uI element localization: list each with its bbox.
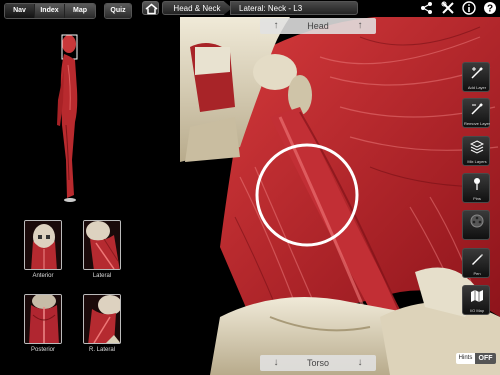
view-label-right-lateral: R. Lateral [88, 347, 115, 353]
view-label-posterior: Posterior [30, 347, 55, 353]
tools-icon[interactable] [441, 1, 455, 15]
map-icon [471, 290, 483, 302]
top-bar: Head & Neck Lateral: Neck - L3 ? [138, 0, 500, 17]
tab-index[interactable]: Index [35, 4, 65, 18]
pen-icon [472, 254, 483, 265]
arrow-up-icon: ↑ [357, 20, 363, 31]
arrow-up-icon: ↑ [273, 20, 279, 31]
pen-label: Pen [473, 271, 481, 276]
breadcrumb-region[interactable]: Head & Neck [162, 1, 232, 15]
info-icon[interactable] [462, 1, 476, 15]
nav-down-strip[interactable]: ↓ Torso ↓ [260, 355, 376, 371]
pins-button[interactable]: Pins [462, 173, 490, 203]
quiz-button[interactable]: Quiz [105, 4, 131, 18]
pen-button[interactable]: Pen [462, 248, 490, 278]
view-label-anterior: Anterior [32, 273, 54, 279]
nav-down-label: Torso [306, 358, 329, 368]
remove-layer-button[interactable]: Remove Layer [462, 98, 490, 128]
add-layer-button[interactable]: Add Layer [462, 62, 490, 92]
navigation-pane: Nav Index Map Quiz Anterior Lateral Post… [0, 0, 180, 375]
film-reel-icon [470, 214, 484, 228]
layers-icon [470, 140, 484, 154]
help-icon[interactable]: ? [483, 1, 497, 15]
view-thumb-lateral[interactable] [83, 220, 121, 270]
remove-layer-label: Remove Layer [463, 121, 490, 126]
film-button[interactable] [462, 210, 490, 240]
mix-layers-button[interactable]: Mix Layers [462, 136, 490, 166]
view-thumb-anterior[interactable] [24, 220, 62, 270]
arrow-down-icon: ↓ [273, 357, 279, 368]
svg-text:?: ? [487, 4, 493, 15]
remove-layer-icon [471, 103, 483, 115]
nav-up-strip[interactable]: ↑ Head ↑ [260, 18, 376, 34]
add-layer-icon [471, 67, 483, 79]
view-thumb-right-lateral[interactable] [83, 294, 121, 344]
home-button[interactable] [142, 1, 159, 15]
io-map-button[interactable]: I/O Map [462, 285, 490, 315]
mix-layers-label: Mix Layers [467, 159, 487, 164]
nav-segmented-control: Nav Index Map [4, 3, 96, 19]
tab-nav[interactable]: Nav [5, 4, 35, 18]
add-layer-label: Add Layer [467, 85, 487, 90]
view-thumb-posterior[interactable] [24, 294, 62, 344]
pin-icon [474, 178, 480, 190]
neck-muscles-illustration [180, 17, 500, 375]
io-map-label: I/O Map [469, 308, 485, 313]
quiz-control: Quiz [104, 3, 132, 19]
anatomy-viewer[interactable] [180, 17, 500, 375]
hints-label: Hints [456, 353, 475, 364]
arrow-down-icon: ↓ [357, 357, 363, 368]
breadcrumb-view[interactable]: Lateral: Neck - L3 [230, 1, 358, 15]
home-icon [145, 3, 158, 15]
nav-up-label: Head [307, 21, 329, 31]
share-icon[interactable] [420, 1, 434, 15]
pins-label: Pins [473, 196, 481, 201]
tab-map[interactable]: Map [65, 4, 95, 18]
hints-toggle[interactable]: Hints OFF [456, 353, 496, 364]
view-label-lateral: Lateral [92, 273, 112, 279]
hints-state: OFF [475, 353, 496, 364]
full-body-figure[interactable] [48, 30, 88, 205]
